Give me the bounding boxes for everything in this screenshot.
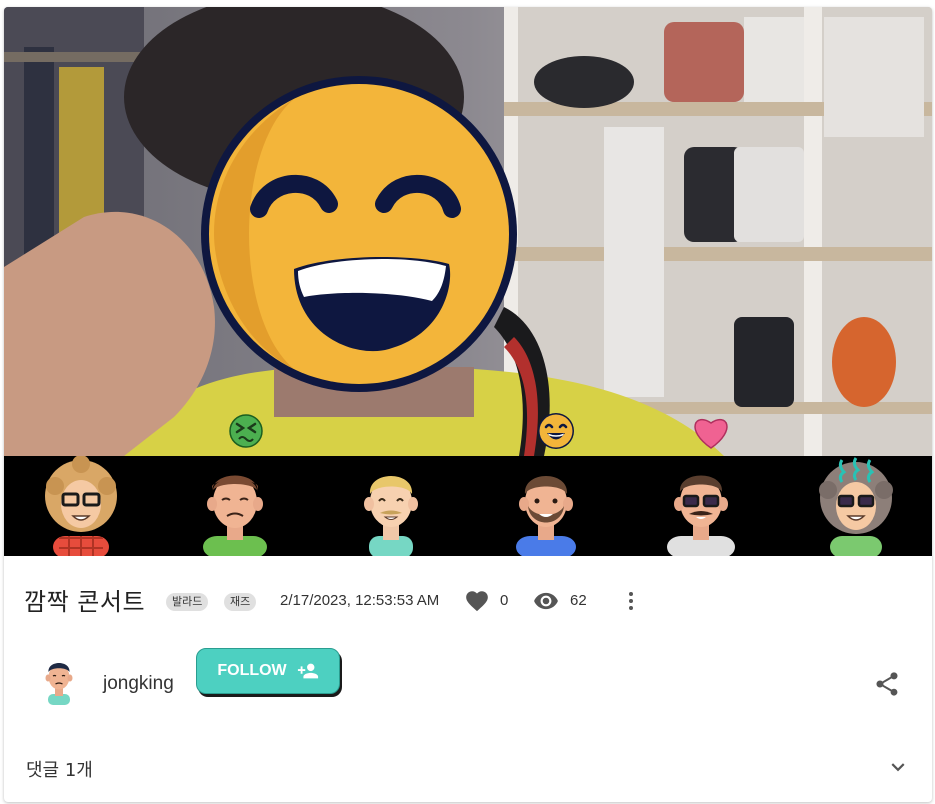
like-count: 0 xyxy=(500,592,509,609)
post-title: 깜짝 콘서트 xyxy=(24,588,146,616)
participant-avatar[interactable] xyxy=(195,456,275,556)
post-datetime: 2/17/2023, 12:53:53 AM xyxy=(280,592,440,609)
chevron-down-icon[interactable] xyxy=(885,754,911,780)
person-add-icon xyxy=(297,663,318,679)
view-count: 62 xyxy=(570,592,587,609)
eye-icon xyxy=(534,592,558,610)
participant-avatar[interactable] xyxy=(816,456,896,556)
comment-count: 댓글 1개 xyxy=(26,760,93,781)
video-player[interactable] xyxy=(4,7,932,456)
post-info-row: 깜짝 콘서트 발라드 재즈 2/17/2023, 12:53:53 AM 0 6… xyxy=(4,576,932,626)
participant-avatar[interactable] xyxy=(41,456,121,556)
avatar[interactable] xyxy=(38,655,80,705)
video-card: 깜짝 콘서트 발라드 재즈 2/17/2023, 12:53:53 AM 0 6… xyxy=(4,7,932,802)
smiling-face-emoji-icon xyxy=(201,76,517,392)
participant-avatar[interactable] xyxy=(661,456,741,556)
participant-avatar[interactable] xyxy=(506,456,586,556)
author-row: jongking FOLLOW xyxy=(4,643,932,713)
share-icon[interactable] xyxy=(873,670,901,698)
comments-toggle[interactable]: 댓글 1개 xyxy=(4,742,932,792)
dizzy-face-emoji-icon xyxy=(229,414,263,448)
heart-icon[interactable] xyxy=(463,588,491,614)
participants-strip xyxy=(4,456,932,556)
heart-reaction-icon xyxy=(694,418,728,449)
more-vert-icon[interactable] xyxy=(619,589,643,613)
genre-tag[interactable]: 재즈 xyxy=(224,593,257,611)
follow-button[interactable]: FOLLOW xyxy=(196,648,340,694)
author-name[interactable]: jongking xyxy=(103,673,174,695)
grinning-face-emoji-icon xyxy=(538,413,574,449)
follow-label: FOLLOW xyxy=(217,662,287,679)
genre-tag[interactable]: 발라드 xyxy=(166,593,209,611)
participant-avatar[interactable] xyxy=(351,456,431,556)
